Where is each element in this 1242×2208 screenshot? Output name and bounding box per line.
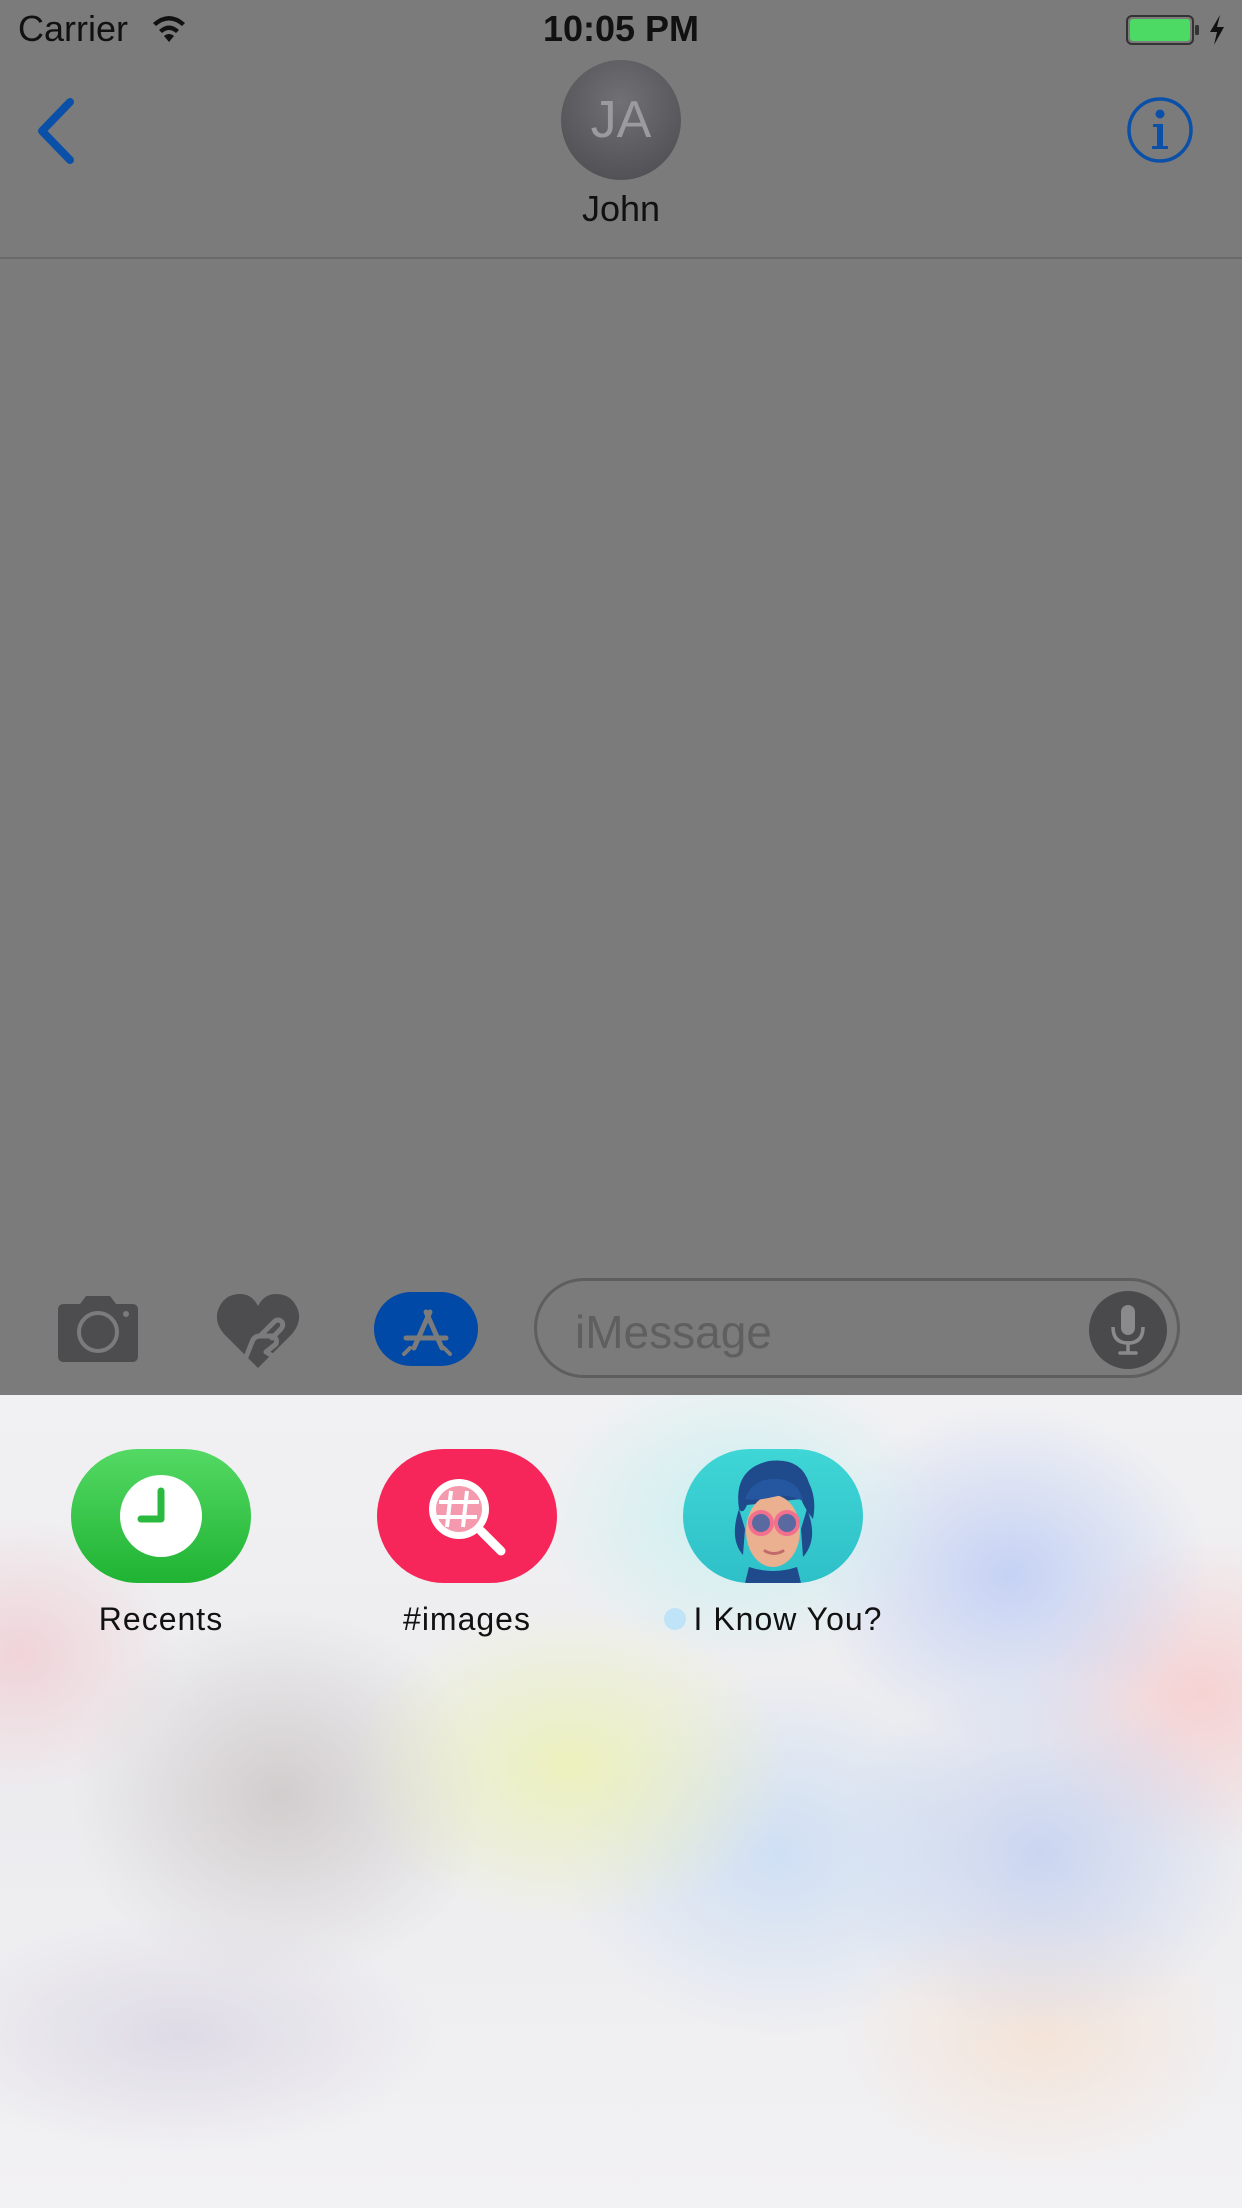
app-item-i-know-you[interactable]: I Know You? [623,1449,923,1649]
messages-screen: Carrier 10:05 PM JA John iMessage Recent… [0,0,1242,2208]
app-item-images[interactable]: #images [317,1449,617,1649]
message-input[interactable]: iMessage [534,1278,1180,1378]
microphone-button[interactable] [1089,1291,1167,1369]
microphone-icon [1111,1305,1145,1355]
app-label-text: I Know You? [693,1601,883,1637]
new-app-dot-icon [663,1607,686,1630]
camera-button[interactable] [54,1294,142,1364]
app-label-recents: Recents [98,1601,224,1637]
digital-touch-button[interactable] [214,1292,302,1370]
status-time: 10:05 PM [542,8,700,49]
charging-bolt-icon [1210,15,1224,45]
contact-name[interactable]: John [0,188,1242,230]
contact-avatar[interactable]: JA [561,60,681,180]
face-avatar-icon[interactable] [683,1449,863,1583]
avatar-initials: JA [590,91,652,149]
app-store-icon [402,1309,452,1356]
status-bar: Carrier 10:05 PM [0,0,1242,60]
info-button[interactable] [1126,96,1194,164]
app-label-i-know-you: I Know You? [623,1601,923,1638]
battery-icon [1126,15,1199,45]
back-button[interactable] [30,94,84,168]
app-store-button[interactable] [374,1292,478,1366]
magnifier-hash-icon[interactable] [377,1449,557,1583]
conversation-header: JA John [0,60,1242,259]
message-input-bar: iMessage [0,1270,1242,1394]
imessage-app-drawer: Recents #images I Know You? [0,1395,1242,2208]
clock-icon[interactable] [71,1449,251,1583]
app-item-recents[interactable]: Recents [11,1449,311,1649]
message-placeholder: iMessage [575,1306,772,1358]
app-label-images: #images [403,1601,531,1637]
